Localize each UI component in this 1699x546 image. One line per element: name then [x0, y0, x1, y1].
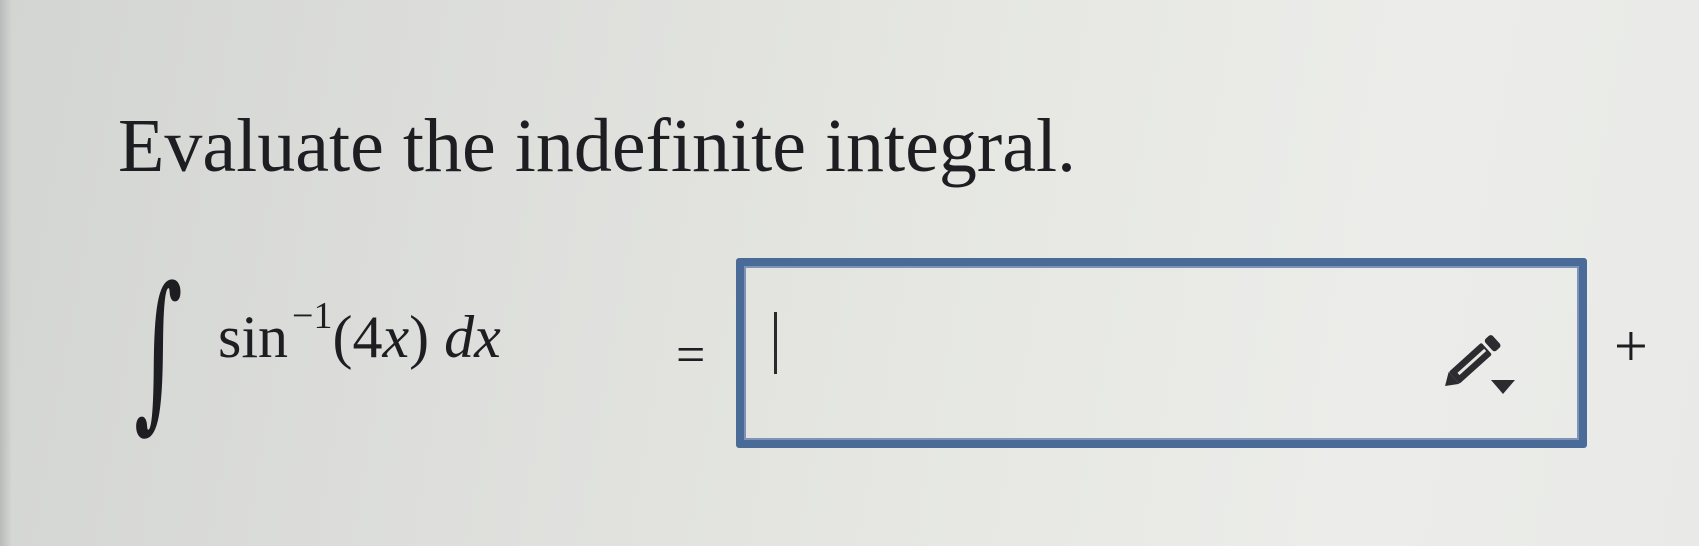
dropdown-arrow-icon: [1491, 380, 1515, 394]
function-name: sin: [218, 304, 289, 370]
answer-input[interactable]: [736, 258, 1587, 448]
question-prompt: Evaluate the indefinite integral.: [118, 104, 1077, 188]
argument-open: (4: [332, 304, 383, 370]
pencil-icon: [1445, 335, 1515, 394]
equals-sign: =: [676, 327, 706, 384]
integral-sign: ∫: [134, 251, 183, 449]
text-cursor: [774, 312, 777, 374]
integrand-expression: sin −1(4x) dx: [218, 297, 501, 370]
differential: dx: [444, 304, 501, 370]
plus-constant: +: [1614, 313, 1648, 379]
pencil-dropdown-icon[interactable]: [1435, 328, 1523, 400]
function-exponent: −1: [292, 295, 333, 337]
page-left-edge: [0, 0, 12, 546]
argument-variable: x: [382, 304, 410, 370]
argument-close: ): [409, 304, 430, 370]
